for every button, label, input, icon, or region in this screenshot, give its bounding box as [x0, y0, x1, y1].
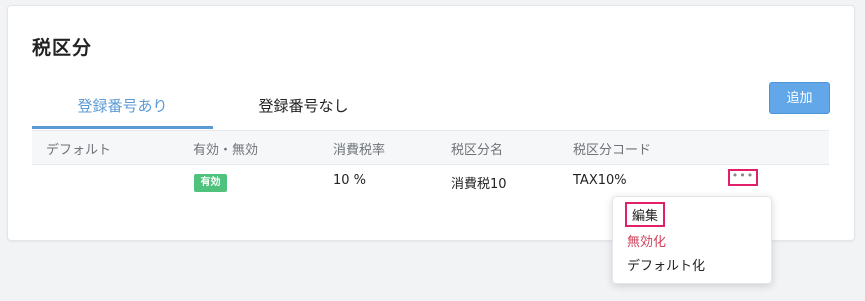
status-badge: 有効	[194, 174, 227, 192]
row-action-menu: 編集 無効化 デフォルト化	[612, 196, 772, 284]
cell-tax-code: TAX10%	[573, 173, 627, 188]
tab-without-registration-number[interactable]: 登録番号なし	[213, 84, 394, 129]
cell-tax-rate: 10 %	[333, 173, 367, 188]
page-title: 税区分	[32, 37, 93, 59]
menu-item-disable[interactable]: 無効化	[627, 231, 666, 250]
column-header-default: デフォルト	[46, 143, 112, 158]
column-header-status: 有効・無効	[193, 143, 259, 158]
cell-tax-name: 消費税10	[451, 177, 507, 192]
tab-with-registration-number[interactable]: 登録番号あり	[32, 84, 213, 129]
column-header-tax-name: 税区分名	[451, 143, 504, 158]
table-header: デフォルト 有効・無効 消費税率 税区分名 税区分コード	[32, 130, 829, 165]
menu-item-edit[interactable]: 編集	[625, 202, 666, 227]
column-header-tax-rate: 消費税率	[333, 143, 386, 158]
column-header-tax-code: 税区分コード	[573, 143, 652, 158]
row-more-actions-button[interactable]: •••	[728, 169, 758, 186]
menu-item-set-default[interactable]: デフォルト化	[627, 255, 705, 274]
tab-bar: 登録番号あり 登録番号なし	[32, 84, 837, 130]
add-button[interactable]: 追加	[769, 82, 830, 114]
